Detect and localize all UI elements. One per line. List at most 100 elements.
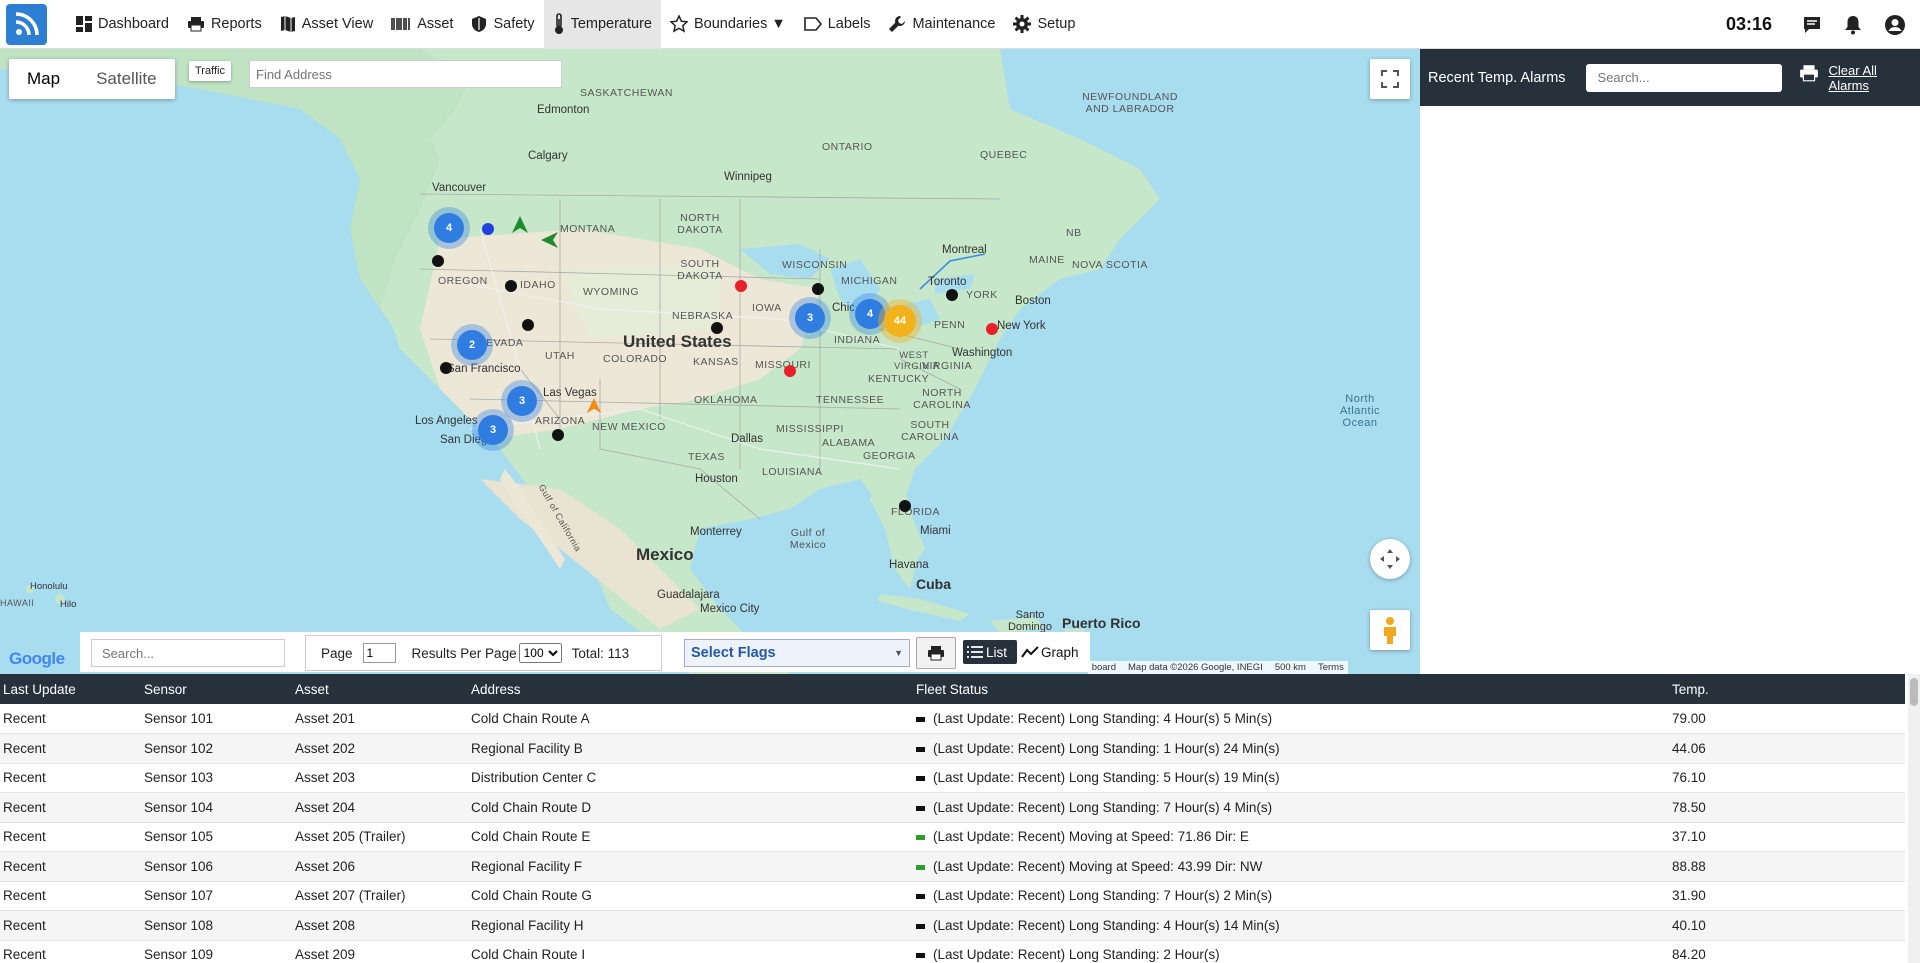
street-view-pegman[interactable] [1370, 610, 1410, 650]
find-address-input[interactable] [249, 60, 562, 88]
address-cell: Cold Chain Route G [471, 888, 592, 904]
column-header[interactable]: Address [468, 674, 913, 704]
map-region-label: PENN [934, 319, 966, 331]
nav-item-reports[interactable]: Reports [178, 0, 271, 49]
alarm-search-input[interactable] [1585, 63, 1782, 92]
address-cell: Cold Chain Route D [471, 799, 592, 815]
nav-item-maintenance[interactable]: Maintenance [879, 0, 1004, 49]
map-asset-marker[interactable] [899, 500, 911, 512]
map-cluster-marker[interactable]: 2 [457, 330, 487, 360]
column-header[interactable]: Temp. [1669, 674, 1905, 704]
map-city-label: Dallas [731, 433, 763, 445]
table-search-input[interactable] [91, 639, 285, 667]
nav-item-safety[interactable]: Safety [462, 0, 543, 49]
clear-all-alarms-link[interactable]: Clear All Alarms [1829, 63, 1920, 93]
list-view-button[interactable]: List [963, 640, 1017, 664]
map-region-label: SOUTH DAKOTA [677, 258, 723, 282]
map-asset-marker[interactable] [812, 283, 824, 295]
fullscreen-button[interactable] [1370, 59, 1410, 99]
column-header[interactable]: Sensor [141, 674, 292, 704]
map-alarm-marker[interactable] [784, 365, 796, 377]
map-cluster-marker[interactable]: 3 [795, 303, 825, 333]
table-row[interactable]: Recent Sensor 106 Asset 206 Regional Facili… [0, 851, 1905, 881]
table-row[interactable]: Recent Sensor 104 Asset 204 Cold Chain Rout… [0, 792, 1905, 822]
map-asset-marker[interactable] [440, 362, 452, 374]
table-row[interactable]: Recent Sensor 107 Asset 207 (Trailer) Cold … [0, 881, 1905, 911]
camera-control-button[interactable] [1370, 539, 1410, 579]
nav-item-setup[interactable]: Setup [1004, 0, 1084, 49]
moving-asset-arrow-icon[interactable] [510, 215, 530, 235]
traffic-toggle[interactable]: Traffic [189, 61, 231, 81]
nav-item-labels[interactable]: Labels [795, 0, 880, 49]
asset-cell: Asset 207 (Trailer) [295, 888, 406, 904]
app-logo[interactable] [6, 3, 47, 45]
asset-cell: Asset 206 [295, 858, 356, 874]
table-scrollbar-thumb[interactable] [1910, 678, 1918, 706]
address-cell: Regional Facility B [471, 740, 583, 756]
nav-item-label: Boundaries ▼ [693, 16, 786, 32]
table-row[interactable]: Recent Sensor 108 Asset 208 Regional Facili… [0, 910, 1905, 940]
keyboard-shortcuts-link[interactable]: Keyboard shortcuts [1092, 662, 1116, 674]
bell-icon[interactable] [1844, 15, 1862, 35]
map-cluster-marker[interactable]: 3 [507, 386, 537, 416]
map-alarm-marker[interactable] [735, 280, 747, 292]
results-per-page-select[interactable]: 100 [518, 643, 562, 663]
temperature-cell: 88.88 [1672, 858, 1706, 874]
chat-icon[interactable] [1802, 15, 1822, 35]
print-table-button[interactable] [916, 637, 956, 669]
map-asset-marker[interactable] [432, 255, 444, 267]
moving-asset-arrow-icon[interactable] [585, 397, 603, 415]
print-alarms-icon[interactable] [1799, 64, 1819, 82]
map-region-label: TENNESSEE [816, 394, 885, 406]
select-flags-dropdown[interactable]: Select Flags ▼ [684, 639, 910, 667]
map-view[interactable]: SASKATCHEWAN NEWFOUNDLAND AND LABRADOR O… [0, 49, 1420, 674]
map-city-label: Monterrey [690, 526, 742, 538]
nav-item-asset-view[interactable]: Asset View [271, 0, 382, 49]
map-type-map[interactable]: Map [9, 59, 78, 99]
map-cluster-marker[interactable]: 4 [855, 299, 885, 329]
recent-alarms-panel: Recent Temp. Alarms Clear All Alarms [1420, 49, 1920, 674]
table-scrollbar[interactable] [1908, 674, 1920, 963]
table-row[interactable]: Recent Sensor 102 Asset 202 Regional Facili… [0, 733, 1905, 763]
column-header[interactable]: Last Update [0, 674, 141, 704]
map-alarm-marker[interactable] [986, 323, 998, 335]
fleet-status-text: (Last Update: Recent) Long Standing: 2 H… [933, 947, 1220, 963]
map-asset-marker[interactable] [505, 280, 517, 292]
nav-item-dashboard[interactable]: Dashboard [67, 0, 178, 49]
map-country-label: Mexico [636, 545, 694, 564]
map-region-label: ARIZONA [535, 415, 586, 427]
results-per-page-label: Results Per Page [411, 645, 517, 661]
fleet-status-cell: (Last Update: Recent) Long Standing: 5 H… [913, 763, 1669, 793]
address-cell: Cold Chain Route I [471, 947, 586, 963]
nav-item-temperature[interactable]: Temperature [543, 0, 661, 49]
graph-view-button[interactable]: Graph [1017, 640, 1085, 664]
map-asset-marker[interactable] [946, 289, 958, 301]
table-row[interactable]: Recent Sensor 103 Asset 203 Distribution Ce… [0, 763, 1905, 793]
moving-asset-arrow-icon[interactable] [540, 230, 560, 250]
column-header[interactable]: Fleet Status [913, 674, 1669, 704]
sensor-cell: Sensor 108 [144, 917, 214, 933]
column-header[interactable]: Asset [292, 674, 468, 704]
user-account-icon[interactable] [1884, 14, 1906, 36]
map-cluster-marker[interactable]: 44 [884, 305, 916, 337]
terms-link[interactable]: Terms [1318, 662, 1344, 674]
map-cluster-marker[interactable]: 4 [434, 213, 464, 243]
map-cluster-marker[interactable]: 3 [478, 415, 508, 445]
map-type-satellite[interactable]: Satellite [78, 59, 174, 99]
map-asset-marker[interactable] [711, 322, 723, 334]
table-row[interactable]: Recent Sensor 105 Asset 205 (Trailer) Cold … [0, 822, 1905, 852]
page-number-input[interactable] [362, 643, 396, 663]
map-asset-marker[interactable] [552, 429, 564, 441]
map-asset-marker[interactable] [522, 319, 534, 331]
map-type-toggle: Map Satellite [9, 59, 175, 99]
last-update-cell: Recent [3, 888, 46, 904]
map-asset-marker[interactable] [482, 223, 494, 235]
last-update-cell: Recent [3, 770, 46, 786]
map-region-label: NORTH CAROLINA [913, 387, 971, 411]
table-row[interactable]: Recent Sensor 101 Asset 201 Cold Chain Rout… [0, 704, 1905, 734]
temperature-cell: 84.20 [1672, 947, 1706, 963]
nav-item-boundaries[interactable]: Boundaries ▼ [661, 0, 795, 49]
nav-item-asset[interactable]: Asset [382, 0, 462, 49]
table-row[interactable]: Recent Sensor 109 Asset 209 Cold Chain Rout… [0, 940, 1905, 963]
map-region-label: North Atlantic Ocean [1339, 393, 1381, 429]
